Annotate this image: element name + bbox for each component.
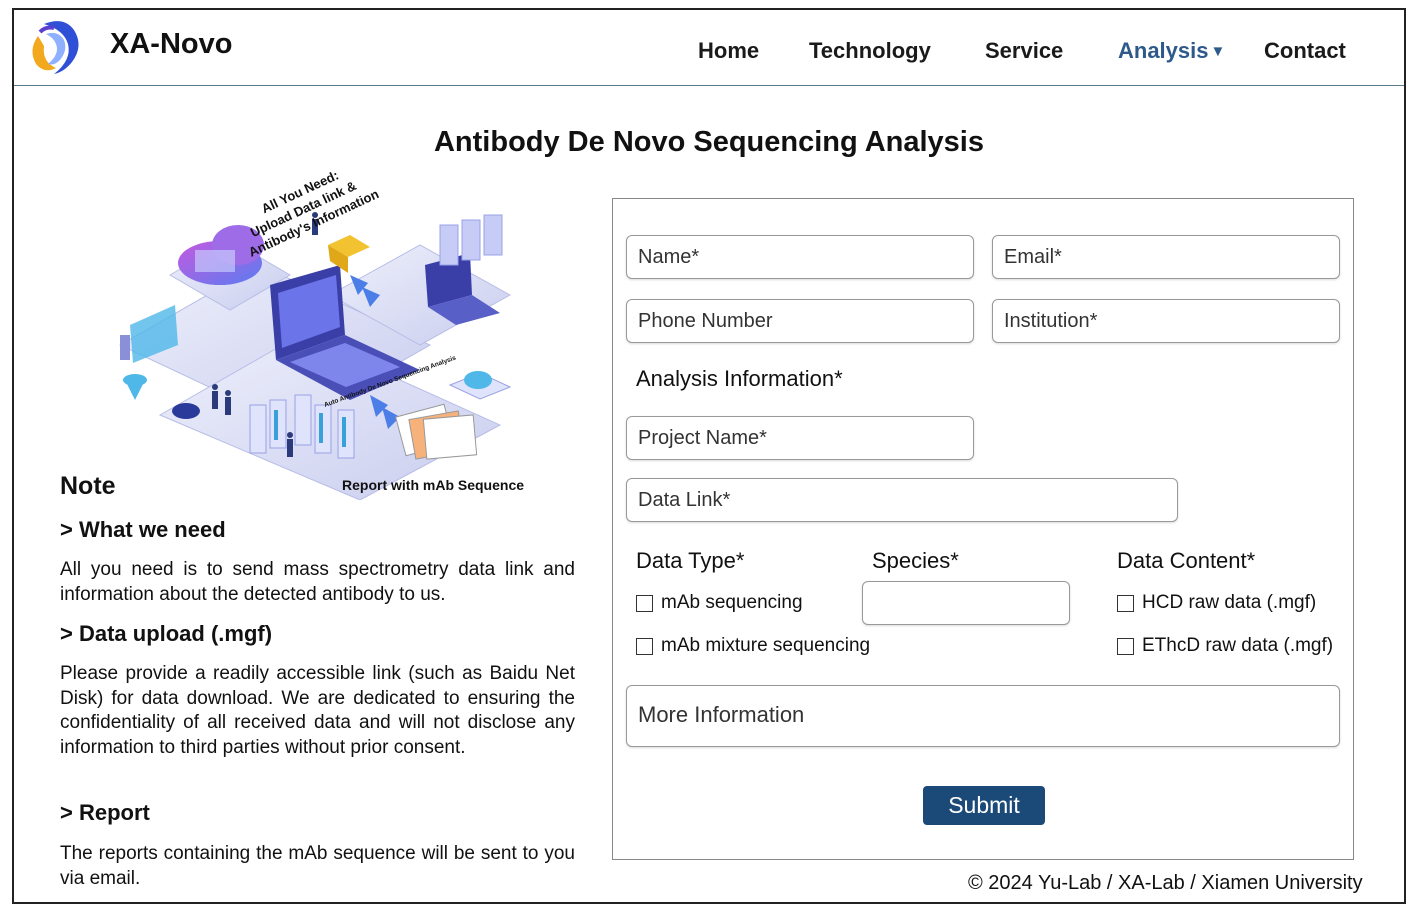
nav-service[interactable]: Service [985, 38, 1063, 64]
note-section-title: > What we need [60, 517, 226, 542]
species-input[interactable] [862, 581, 1070, 625]
checkbox-label: EThcD raw data (.mgf) [1142, 635, 1334, 656]
checkbox-icon [1117, 594, 1134, 612]
checkbox-label: mAb mixture sequencing [661, 635, 871, 656]
checkbox-mab-sequencing[interactable]: mAb sequencing [636, 592, 803, 614]
name-input[interactable] [626, 235, 974, 279]
chevron-down-icon: ▼ [1210, 43, 1226, 60]
checkbox-icon [1117, 637, 1134, 655]
submit-button[interactable]: Submit [923, 786, 1045, 825]
project-name-input[interactable] [626, 416, 974, 460]
checkbox-ethcd-raw-data[interactable]: EThcD raw data (.mgf) [1117, 635, 1333, 657]
note-heading: Note [60, 472, 116, 500]
brand-name[interactable]: XA-Novo [110, 28, 232, 61]
analysis-info-heading: Analysis Information* [636, 366, 843, 391]
data-type-label: Data Type* [636, 548, 745, 573]
checkbox-mab-mixture-sequencing[interactable]: mAb mixture sequencing [636, 635, 870, 657]
checkbox-label: HCD raw data (.mgf) [1142, 592, 1317, 613]
checkbox-hcd-raw-data[interactable]: HCD raw data (.mgf) [1117, 592, 1316, 614]
footer-copyright: © 2024 Yu-Lab / XA-Lab / Xiamen Universi… [968, 872, 1363, 894]
nav-home[interactable]: Home [698, 38, 759, 64]
nav-analysis[interactable]: Analysis ▼ [1118, 38, 1225, 64]
workflow-illustration: All You Need: Upload Data link & Antibod… [118, 167, 524, 500]
phone-input[interactable] [626, 299, 974, 343]
note-section-text: Please provide a readily accessible link… [60, 663, 575, 758]
species-label: Species* [872, 548, 959, 573]
institution-input[interactable] [992, 299, 1340, 343]
note-section-title: > Data upload (.mgf) [60, 621, 273, 646]
nav-analysis-label: Analysis [1118, 38, 1209, 63]
email-input[interactable] [992, 235, 1340, 279]
more-information-textarea[interactable] [626, 685, 1340, 747]
note-section-title: > Report [60, 800, 150, 825]
note-section-text: The reports containing the mAb sequence … [60, 843, 575, 889]
data-link-input[interactable] [626, 478, 1178, 522]
brand-logo[interactable] [24, 16, 86, 78]
checkbox-icon [636, 594, 653, 612]
nav-technology[interactable]: Technology [809, 38, 931, 64]
checkbox-label: mAb sequencing [661, 592, 803, 613]
analysis-form [612, 198, 1354, 860]
data-content-label: Data Content* [1117, 548, 1256, 573]
checkbox-icon [636, 637, 653, 655]
illustration-caption-bottom: Report with mAb Sequence [342, 477, 524, 493]
nav-contact[interactable]: Contact [1264, 38, 1346, 64]
note-section-text: All you need is to send mass spectrometr… [60, 559, 575, 605]
